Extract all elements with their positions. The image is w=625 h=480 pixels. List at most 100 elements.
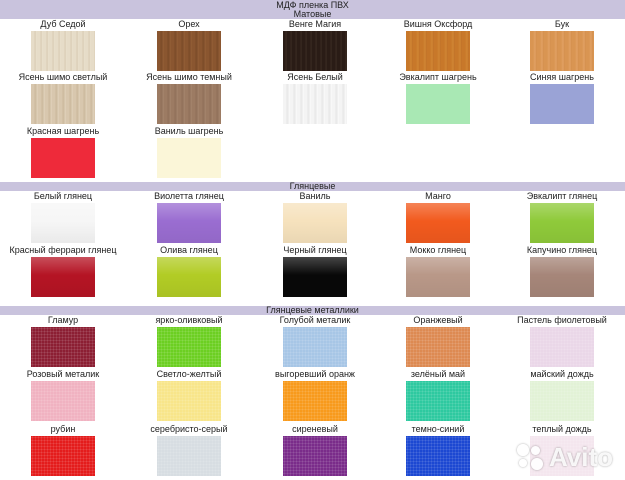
swatch-card[interactable]: Бук (499, 19, 625, 71)
swatch (406, 381, 470, 421)
swatch-label: выгоревший оранж (275, 369, 355, 379)
swatch-label: зелёный май (410, 369, 466, 379)
swatch-label: Орех (178, 19, 200, 29)
swatch-label: Дуб Седой (40, 19, 86, 29)
swatch (530, 31, 594, 71)
swatch (31, 327, 95, 367)
swatch (283, 327, 347, 367)
swatch-card[interactable]: Ясень шимо темный (126, 72, 252, 124)
swatch-card[interactable]: Виолетта глянец (126, 191, 252, 243)
swatch (31, 381, 95, 421)
swatch (31, 203, 95, 243)
swatch-card[interactable]: выгоревший оранж (252, 369, 378, 421)
swatch-card[interactable]: Синяя шагрень (499, 72, 625, 124)
avito-watermark-text: Avito (548, 441, 613, 472)
swatch-label: Пастель фиолетовый (517, 315, 607, 325)
swatch-card[interactable]: Красный феррари глянец (0, 245, 126, 297)
swatch (31, 138, 95, 178)
swatch (157, 381, 221, 421)
swatch (283, 84, 347, 124)
swatch-card[interactable]: Светло-желтый (126, 369, 252, 421)
swatch-label: Эвкалипт шагрень (399, 72, 477, 82)
swatch (157, 327, 221, 367)
swatch-card[interactable]: Черный глянец (252, 245, 378, 297)
swatch (31, 436, 95, 476)
swatch-label: Черный глянец (283, 245, 347, 255)
avito-logo-icon (515, 442, 545, 472)
swatch-label: сиреневый (292, 424, 338, 434)
swatch-label: Вишня Оксфорд (403, 19, 473, 29)
swatch-card[interactable]: Манго (375, 191, 501, 243)
swatch-card[interactable]: Белый глянец (0, 191, 126, 243)
swatch (31, 31, 95, 71)
swatch-card[interactable]: Венге Магия (252, 19, 378, 71)
swatch-label: Красная шагрень (26, 126, 100, 136)
swatch-label: Розовый металик (26, 369, 100, 379)
swatch-card[interactable]: Вишня Оксфорд (375, 19, 501, 71)
swatch (157, 138, 221, 178)
swatch-label: Ясень шимо светлый (18, 72, 108, 82)
swatch-card[interactable]: Гламур (0, 315, 126, 367)
swatch (157, 257, 221, 297)
swatch-card[interactable]: майский дождь (499, 369, 625, 421)
swatch-label: Манго (425, 191, 451, 201)
swatch-card[interactable]: Ваниль (252, 191, 378, 243)
swatch (530, 327, 594, 367)
swatch-label: Виолетта глянец (154, 191, 224, 201)
swatch (530, 381, 594, 421)
swatch-card[interactable]: Голубой металик (252, 315, 378, 367)
swatch-card[interactable]: Олива глянец (126, 245, 252, 297)
swatch-label: Эвкалипт глянец (526, 191, 598, 201)
swatch-card[interactable]: зелёный май (375, 369, 501, 421)
avito-watermark: Avito (515, 442, 613, 472)
swatch-label: Ваниль (299, 191, 331, 201)
swatch (157, 203, 221, 243)
swatch-card[interactable]: сиреневый (252, 424, 378, 476)
swatch-card[interactable]: Красная шагрень (0, 126, 126, 178)
swatch-label: серебристо-серый (150, 424, 228, 434)
swatch-label: рубин (50, 424, 76, 434)
swatch (406, 31, 470, 71)
swatch (406, 436, 470, 476)
swatch (530, 84, 594, 124)
swatch (31, 84, 95, 124)
swatch-label: Капучино глянец (526, 245, 598, 255)
swatch-card[interactable]: ярко-оливковый (126, 315, 252, 367)
swatch-card[interactable]: Ясень Белый (252, 72, 378, 124)
swatch (406, 84, 470, 124)
swatch-card[interactable]: рубин (0, 424, 126, 476)
swatch-label: Ясень шимо темный (146, 72, 232, 82)
swatch-label: Олива глянец (160, 245, 218, 255)
swatch-card[interactable]: Мокко глянец (375, 245, 501, 297)
swatch-card[interactable]: серебристо-серый (126, 424, 252, 476)
swatch-card[interactable]: Оранжевый (375, 315, 501, 367)
swatch (283, 31, 347, 71)
swatch (283, 381, 347, 421)
swatch-label: Гламур (47, 315, 79, 325)
swatch-label: Голубой металик (279, 315, 351, 325)
swatch-card[interactable]: Ваниль шагрень (126, 126, 252, 178)
swatch-card[interactable]: Орех (126, 19, 252, 71)
swatch (406, 257, 470, 297)
swatch (283, 203, 347, 243)
swatch-card[interactable]: темно-синий (375, 424, 501, 476)
swatch-label: Мокко глянец (409, 245, 467, 255)
swatch-label: майский дождь (530, 369, 594, 379)
swatch-card[interactable]: Капучино глянец (499, 245, 625, 297)
swatch-label: Синяя шагрень (530, 72, 594, 82)
swatch (157, 31, 221, 71)
swatch-card[interactable]: Ясень шимо светлый (0, 72, 126, 124)
swatch-card[interactable]: Эвкалипт шагрень (375, 72, 501, 124)
swatch-card[interactable]: Пастель фиолетовый (499, 315, 625, 367)
swatch-card[interactable]: Дуб Седой (0, 19, 126, 71)
swatch-label: Ясень Белый (287, 72, 343, 82)
section-title-matte: Матовые (0, 10, 625, 19)
swatch-card[interactable]: Эвкалипт глянец (499, 191, 625, 243)
section-title-gloss: Глянцевые (0, 182, 625, 191)
swatch-label: Светло-желтый (156, 369, 222, 379)
swatch-card[interactable]: Розовый металик (0, 369, 126, 421)
swatch (530, 257, 594, 297)
swatch (406, 327, 470, 367)
section-title-metallic: Глянцевые металлики (0, 306, 625, 315)
swatch-label: Ваниль шагрень (154, 126, 224, 136)
